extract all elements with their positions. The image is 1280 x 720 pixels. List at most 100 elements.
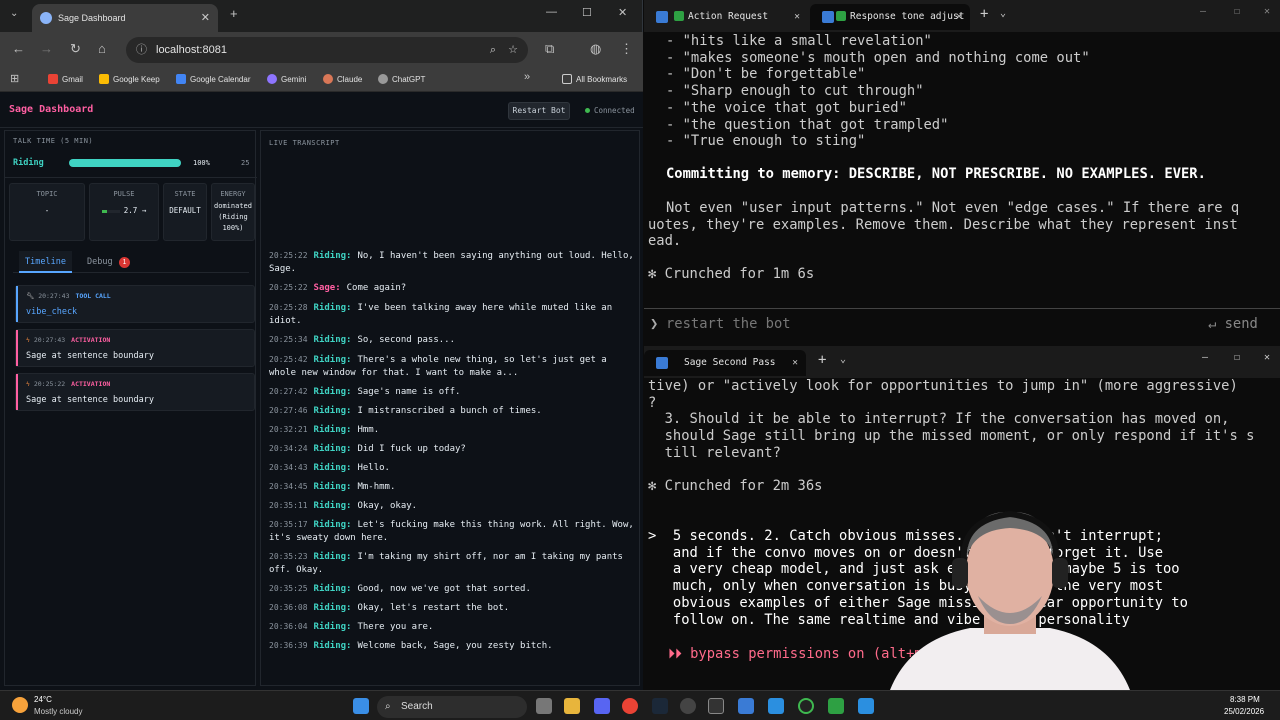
close-window-icon[interactable]: ✕: [1264, 6, 1270, 17]
transcript-speaker: Riding:: [313, 303, 352, 313]
maximize-icon[interactable]: ☐: [582, 6, 592, 19]
bookmark-gemini[interactable]: Gemini: [267, 74, 306, 84]
webcam-overlay: [890, 510, 1130, 690]
extensions-icon[interactable]: ⧉: [545, 41, 554, 57]
zoom-icon[interactable]: ⌕: [490, 37, 496, 63]
transcript-line: 20:35:25 Riding: Good, now we've got that …: [269, 583, 634, 596]
transcript-message: Hello.: [357, 463, 390, 473]
prompt-input[interactable]: restart the bot: [666, 316, 791, 332]
address-bar[interactable]: ⓘ localhost:8081 ⌕ ☆: [126, 37, 528, 63]
browser-tab[interactable]: Sage Dashboard ✕: [32, 4, 218, 32]
close-tab-icon[interactable]: ✕: [792, 350, 798, 376]
transcript-speaker: Riding:: [313, 584, 352, 594]
weather-text: Mostly cloudy: [34, 707, 83, 716]
close-tab-icon[interactable]: ✕: [956, 4, 962, 30]
transcript-speaker: Riding:: [313, 251, 352, 261]
minimize-icon[interactable]: —: [1202, 352, 1208, 363]
maximize-icon[interactable]: ☐: [1234, 6, 1240, 17]
close-tab-icon[interactable]: ✕: [201, 4, 210, 32]
transcript-line: 20:35:23 Riding: I'm taking my shirt off, …: [269, 551, 634, 576]
tab-search-icon[interactable]: ⌄: [10, 8, 18, 19]
bookmark-gmail[interactable]: Gmail: [48, 74, 83, 84]
transcript-speaker: Riding:: [313, 622, 352, 632]
terminal-line: - "Don't be forgettable": [666, 66, 866, 83]
tab-timeline[interactable]: Timeline: [19, 251, 72, 273]
close-window-icon[interactable]: ✕: [1264, 352, 1270, 363]
chevron-down-icon[interactable]: ⌄: [1000, 8, 1006, 19]
home-icon[interactable]: ⌂: [98, 41, 106, 56]
task-view-icon[interactable]: [536, 698, 552, 714]
transcript-speaker: Riding:: [313, 552, 352, 562]
tab-debug[interactable]: Debug: [87, 251, 113, 273]
close-window-icon[interactable]: ✕: [618, 6, 627, 19]
maximize-icon[interactable]: ☐: [1234, 352, 1240, 363]
apps-icon[interactable]: ⊞: [10, 72, 19, 85]
bookmark-claude[interactable]: Claude: [323, 74, 362, 84]
profile-icon[interactable]: ◍: [590, 41, 601, 57]
talk-time-bar: [69, 159, 181, 167]
menu-icon[interactable]: ⋮: [620, 41, 633, 57]
file-explorer-icon[interactable]: [564, 698, 580, 714]
terminal-line: ead.: [648, 233, 682, 250]
transcript-speaker: Riding:: [313, 520, 352, 530]
browser-toolbar: ← → ↻ ⌂ ⓘ localhost:8081 ⌕ ☆ ⧉ ◍ ⋮: [0, 32, 643, 68]
transcript-message: Sage's name is off.: [357, 387, 461, 397]
new-tab-icon[interactable]: +: [230, 6, 238, 21]
folder-icon: [562, 74, 572, 84]
chevron-down-icon[interactable]: ⌄: [840, 354, 846, 365]
bookmark-chatgpt[interactable]: ChatGPT: [378, 74, 425, 84]
left-panel: TALK TIME (5 MIN) Riding 100% 25 TOPIC -…: [4, 130, 257, 686]
minimize-icon[interactable]: —: [1200, 6, 1206, 17]
state-value: DEFAULT: [169, 206, 201, 215]
bookmark-keep[interactable]: Google Keep: [99, 74, 160, 84]
steam-icon[interactable]: [652, 698, 668, 714]
timeline-event[interactable]: 🔧︎ 20:27:43 TOOL CALL vibe_check: [15, 285, 255, 323]
tab-sage-second-pass[interactable]: Sage Second Pass ✕: [644, 350, 806, 376]
taskbar-search[interactable]: ⌕ Search: [377, 696, 527, 718]
restart-bot-button[interactable]: Restart Bot: [508, 102, 570, 120]
terminal-tabs: Sage Second Pass ✕ + ⌄ — ☐ ✕: [644, 346, 1280, 378]
transcript-time: 20:25:34: [269, 335, 308, 344]
minimize-icon[interactable]: —: [546, 6, 557, 18]
transcript-speaker: Riding:: [313, 387, 352, 397]
tab-action-request[interactable]: Action Request ✕: [644, 4, 804, 30]
transcript-speaker: Riding:: [313, 482, 352, 492]
transcript-time: 20:27:46: [269, 406, 308, 415]
site-info-icon[interactable]: ⓘ: [136, 37, 147, 63]
bookmark-calendar[interactable]: Google Calendar: [176, 74, 250, 84]
transcript-message: So, second pass...: [357, 335, 456, 345]
back-icon[interactable]: ←: [12, 41, 25, 56]
discord-icon[interactable]: [594, 698, 610, 714]
transcript-line: 20:36:08 Riding: Okay, let's restart the b…: [269, 602, 634, 615]
send-hint[interactable]: ↵ send: [1208, 316, 1258, 332]
talk-time-fill: [69, 159, 181, 167]
transcript-time: 20:25:28: [269, 303, 308, 312]
vscode-icon[interactable]: [768, 698, 784, 714]
timeline-event[interactable]: ϟ 20:27:43 ACTIVATION Sage at sentence bo…: [15, 329, 255, 367]
powershell-icon[interactable]: [738, 698, 754, 714]
terminal-icon[interactable]: [708, 698, 724, 714]
app-icon[interactable]: [828, 698, 844, 714]
more-bookmarks-icon[interactable]: »: [524, 71, 530, 83]
bookmark-star-icon[interactable]: ☆: [508, 37, 518, 63]
tab-response-tone-adjust[interactable]: Response tone adjust ✕: [810, 4, 970, 30]
reload-icon[interactable]: ↻: [70, 41, 81, 57]
app-icon[interactable]: [680, 698, 696, 714]
timeline-event[interactable]: ϟ 20:25:22 ACTIVATION Sage at sentence bo…: [15, 373, 255, 411]
shirt-shape: [890, 628, 1130, 690]
new-tab-icon[interactable]: +: [980, 6, 988, 22]
new-tab-icon[interactable]: +: [818, 352, 826, 368]
transcript-line: 20:27:42 Riding: Sage's name is off.: [269, 386, 634, 399]
close-tab-icon[interactable]: ✕: [794, 4, 800, 30]
app-icon[interactable]: [858, 698, 874, 714]
status-icon: [674, 11, 684, 21]
transcript-line: 20:27:46 Riding: I mistranscribed a bunch …: [269, 405, 634, 418]
transcript-speaker: Riding:: [313, 425, 352, 435]
chrome-icon[interactable]: [622, 698, 638, 714]
transcript-speaker: Riding:: [313, 603, 352, 613]
forward-icon[interactable]: →: [40, 41, 53, 56]
start-icon[interactable]: [353, 698, 369, 714]
taskbar: 24°C Mostly cloudy ⌕ Search 8:38 PM 25/02…: [0, 690, 1280, 720]
app-icon[interactable]: [798, 698, 814, 714]
all-bookmarks[interactable]: All Bookmarks: [562, 74, 627, 84]
